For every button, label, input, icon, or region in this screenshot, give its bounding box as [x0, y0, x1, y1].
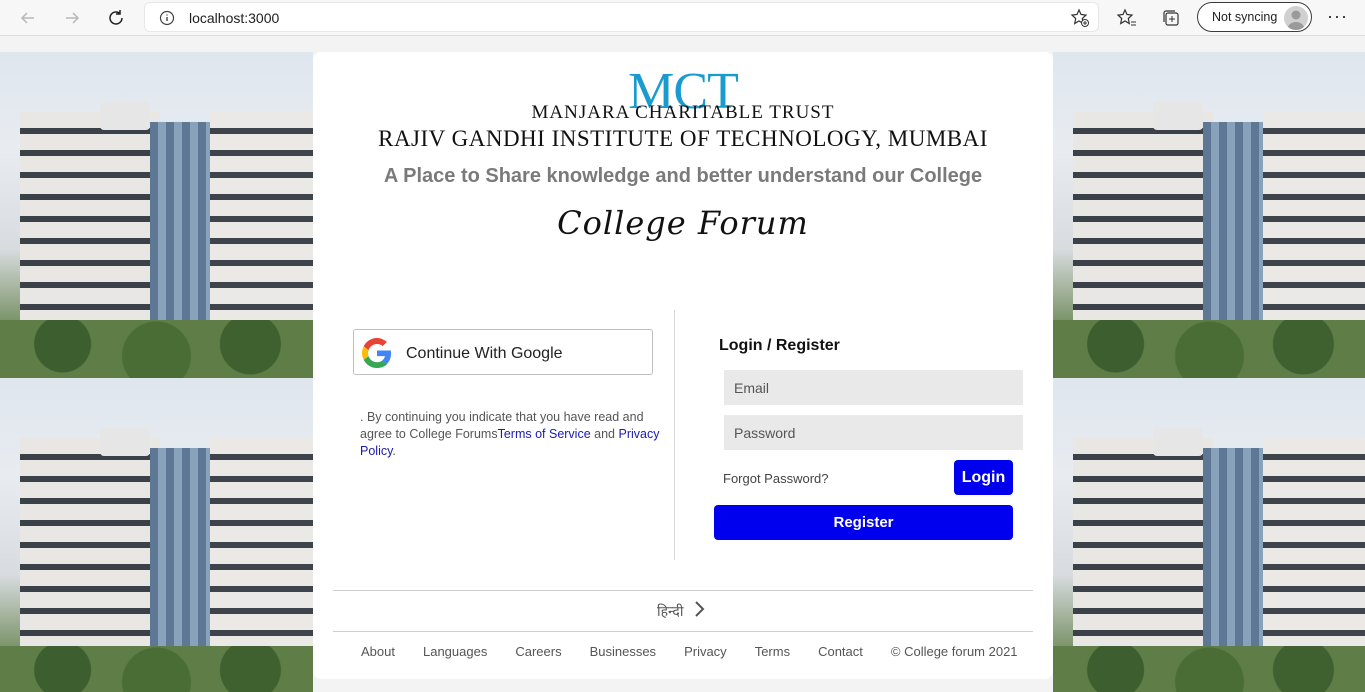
terms-and: and: [590, 427, 616, 441]
google-icon: [362, 338, 392, 368]
register-button[interactable]: Register: [714, 505, 1013, 540]
footer-link-businesses[interactable]: Businesses: [590, 644, 656, 659]
site-info-icon[interactable]: [159, 10, 175, 31]
vertical-divider: [674, 310, 675, 560]
footer-link-languages[interactable]: Languages: [423, 644, 487, 659]
sync-label: Not syncing: [1212, 10, 1278, 24]
footer-link-careers[interactable]: Careers: [515, 644, 561, 659]
login-card: MCT MANJARA CHARITABLE TRUST RAJIV GANDH…: [313, 52, 1053, 679]
profile-sync-button[interactable]: Not syncing: [1197, 2, 1312, 32]
collections-icon[interactable]: [1160, 7, 1182, 29]
trust-name: MANJARA CHARITABLE TRUST: [531, 102, 835, 123]
back-button[interactable]: [14, 4, 42, 32]
footer-divider-bottom: [333, 631, 1033, 632]
forward-button[interactable]: [58, 4, 86, 32]
terms-suffix: .: [392, 444, 396, 458]
terms-of-service-link[interactable]: Terms of Service: [498, 427, 591, 441]
terms-notice: . By continuing you indicate that you ha…: [360, 409, 660, 460]
footer-links: About Languages Careers Businesses Priva…: [361, 644, 1046, 659]
back-arrow-icon: [20, 12, 34, 24]
footer-divider-top: [333, 590, 1033, 591]
address-bar[interactable]: localhost:3000: [144, 2, 1099, 32]
college-forum-logo: College Forum: [557, 204, 809, 242]
copyright: © College forum 2021: [890, 644, 1018, 659]
browser-toolbar: localhost:3000 Not syncing ···: [0, 0, 1365, 36]
add-favorite-icon[interactable]: [1070, 8, 1090, 33]
language-label: हिन्दी: [657, 603, 684, 619]
forward-arrow-icon: [66, 12, 80, 24]
google-button-label: Continue With Google: [406, 345, 563, 362]
language-switch[interactable]: हिन्दी: [657, 601, 705, 621]
forgot-password-link[interactable]: Forgot Password?: [723, 471, 829, 486]
continue-with-google-button[interactable]: Continue With Google: [353, 329, 653, 375]
refresh-button[interactable]: [102, 4, 130, 32]
footer-link-contact[interactable]: Contact: [818, 644, 863, 659]
profile-avatar-icon: [1284, 6, 1308, 30]
footer-link-terms[interactable]: Terms: [755, 644, 790, 659]
refresh-icon: [109, 10, 123, 25]
tagline: A Place to Share knowledge and better un…: [383, 165, 983, 187]
institute-name: RAJIV GANDHI INSTITUTE OF TECHNOLOGY, MU…: [378, 126, 988, 151]
settings-more-button[interactable]: ···: [1327, 6, 1348, 27]
email-field[interactable]: [724, 370, 1023, 405]
footer-link-about[interactable]: About: [361, 644, 395, 659]
footer-link-privacy[interactable]: Privacy: [684, 644, 727, 659]
url-text[interactable]: localhost:3000: [189, 10, 279, 26]
chevron-right-icon: [693, 600, 705, 621]
login-register-title: Login / Register: [719, 337, 840, 354]
password-field[interactable]: [724, 415, 1023, 450]
login-button[interactable]: Login: [954, 460, 1013, 495]
favorites-icon[interactable]: [1116, 7, 1138, 29]
